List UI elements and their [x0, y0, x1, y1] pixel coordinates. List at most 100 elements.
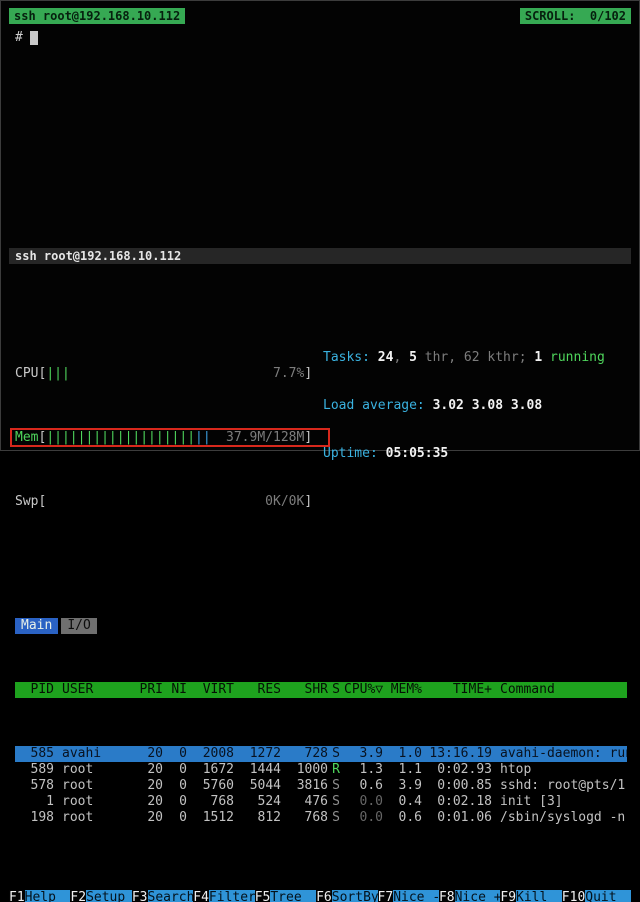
cell-pri: 20	[132, 746, 163, 762]
cell-mem: 3.9	[383, 778, 422, 794]
column-header-cmd[interactable]: Command	[492, 682, 627, 698]
mem-meter-bars: |||||||||||||||||||||	[46, 430, 226, 446]
cell-res: 524	[234, 794, 281, 810]
mem-meter-label: Mem	[15, 430, 38, 446]
threads-count: 5	[409, 350, 417, 365]
cell-ni: 0	[163, 794, 187, 810]
cell-cpu: 0.6	[344, 778, 383, 794]
cell-pri: 20	[132, 794, 163, 810]
fkey-help[interactable]: Help	[25, 890, 71, 902]
cell-user: root	[54, 778, 132, 794]
cell-pid: 578	[15, 778, 54, 794]
column-header-mem[interactable]: MEM%	[383, 682, 422, 698]
column-header-user[interactable]: USER	[54, 682, 132, 698]
tab-main[interactable]: Main	[15, 618, 58, 634]
uptime-value: 05:05:35	[386, 446, 449, 461]
cell-s: R	[328, 762, 344, 778]
fkey-number: F8	[439, 890, 455, 902]
tab-io[interactable]: I/O	[61, 618, 96, 634]
process-row[interactable]: 589root200167214441000R1.31.10:02.93htop	[15, 762, 627, 778]
cell-pri: 20	[132, 762, 163, 778]
cell-shr: 476	[281, 794, 328, 810]
cell-res: 1444	[234, 762, 281, 778]
cell-ni: 0	[163, 810, 187, 826]
prompt-line: #	[15, 30, 625, 45]
separator: ;	[519, 350, 535, 365]
load-15min: 3.08	[511, 398, 542, 413]
column-header-time[interactable]: TIME+	[422, 682, 492, 698]
mem-meter-value: 37.9M/128M	[226, 430, 304, 446]
cell-s: S	[328, 746, 344, 762]
separator: ,	[448, 350, 464, 365]
process-row[interactable]: 1root200768524476S0.00.40:02.18init [3]	[15, 794, 627, 810]
cell-user: avahi	[54, 746, 132, 762]
swap-meter: Swp[0K/0K]	[15, 494, 323, 510]
fkey-search[interactable]: Search	[148, 890, 194, 902]
cell-pid: 589	[15, 762, 54, 778]
fkey-tree[interactable]: Tree	[270, 890, 316, 902]
cell-ni: 0	[163, 778, 187, 794]
meters-column: CPU[|||7.7%] Mem[|||||||||||||||||||||37…	[15, 318, 323, 558]
cell-time: 0:00.85	[422, 778, 492, 794]
cell-cmd: avahi-daemon: running	[492, 746, 627, 762]
column-header-virt[interactable]: VIRT	[187, 682, 234, 698]
cell-cmd: htop	[492, 762, 627, 778]
process-row[interactable]: 198root2001512812768S0.00.60:01.06/sbin/…	[15, 810, 627, 826]
fkey-filter[interactable]: Filter	[209, 890, 255, 902]
cell-pri: 20	[132, 778, 163, 794]
fkey-sortby[interactable]: SortBy	[332, 890, 378, 902]
fkey-number: F9	[500, 890, 516, 902]
mem-used-bars: |||||||||||||||||||	[46, 430, 195, 445]
fkey-setup[interactable]: Setup	[86, 890, 132, 902]
bracket: ]	[304, 430, 312, 446]
cell-ni: 0	[163, 746, 187, 762]
cell-shr: 1000	[281, 762, 328, 778]
cpu-meter-value: 7.7%	[273, 366, 304, 382]
column-header-shr[interactable]: SHR	[281, 682, 328, 698]
column-header-ni[interactable]: NI	[163, 682, 187, 698]
uptime-line: Uptime: 05:05:35	[323, 446, 627, 462]
fkey-number: F10	[562, 890, 585, 902]
process-row[interactable]: 578root200576050443816S0.63.90:00.85sshd…	[15, 778, 627, 794]
cell-cmd: /sbin/syslogd -n	[492, 810, 627, 826]
cell-res: 812	[234, 810, 281, 826]
info-column: Tasks: 24, 5 thr, 62 kthr; 1 running Loa…	[323, 318, 627, 558]
column-header-pid[interactable]: PID	[15, 682, 54, 698]
fkey-nice[interactable]: Nice -	[393, 890, 439, 902]
swap-meter-value: 0K/0K	[265, 494, 304, 510]
process-table-body: 585avahi20020081272728S3.91.013:16.19ava…	[15, 746, 627, 826]
top-pane-titlebar: ssh root@192.168.10.112 SCROLL: 0/102	[9, 8, 631, 24]
cell-time: 0:02.93	[422, 762, 492, 778]
cell-cmd: init [3]	[492, 794, 627, 810]
process-row[interactable]: 585avahi20020081272728S3.91.013:16.19ava…	[15, 746, 627, 762]
column-header-res[interactable]: RES	[234, 682, 281, 698]
fkey-kill[interactable]: Kill	[516, 890, 562, 902]
column-header-pri[interactable]: PRI	[132, 682, 163, 698]
fkey-number: F1	[9, 890, 25, 902]
cell-user: root	[54, 762, 132, 778]
cell-virt: 5760	[187, 778, 234, 794]
fkey-nice[interactable]: Nice +	[455, 890, 501, 902]
cell-cpu: 3.9	[344, 746, 383, 762]
cell-shr: 3816	[281, 778, 328, 794]
fkey-bar: F1HelpF2SetupF3SearchF4FilterF5TreeF6Sor…	[9, 890, 631, 902]
fkey-quit[interactable]: Quit	[585, 890, 631, 902]
column-header-cpu[interactable]: CPU%▽	[344, 682, 383, 698]
cell-mem: 1.0	[383, 746, 422, 762]
load-label: Load average:	[323, 398, 433, 413]
cell-res: 5044	[234, 778, 281, 794]
cell-time: 0:01.06	[422, 810, 492, 826]
uptime-label: Uptime:	[323, 446, 386, 461]
cell-virt: 1672	[187, 762, 234, 778]
cell-time: 13:16.19	[422, 746, 492, 762]
cpu-meter-bars: |||	[46, 366, 273, 382]
cell-cpu: 0.0	[344, 794, 383, 810]
cell-pid: 1	[15, 794, 54, 810]
column-header-s[interactable]: S	[328, 682, 344, 698]
top-terminal-area[interactable]: #	[9, 24, 631, 242]
cell-pri: 20	[132, 810, 163, 826]
scroll-indicator: SCROLL: 0/102	[520, 8, 631, 24]
cell-s: S	[328, 778, 344, 794]
cpu-meter: CPU[|||7.7%]	[15, 366, 323, 382]
separator: ,	[393, 350, 409, 365]
